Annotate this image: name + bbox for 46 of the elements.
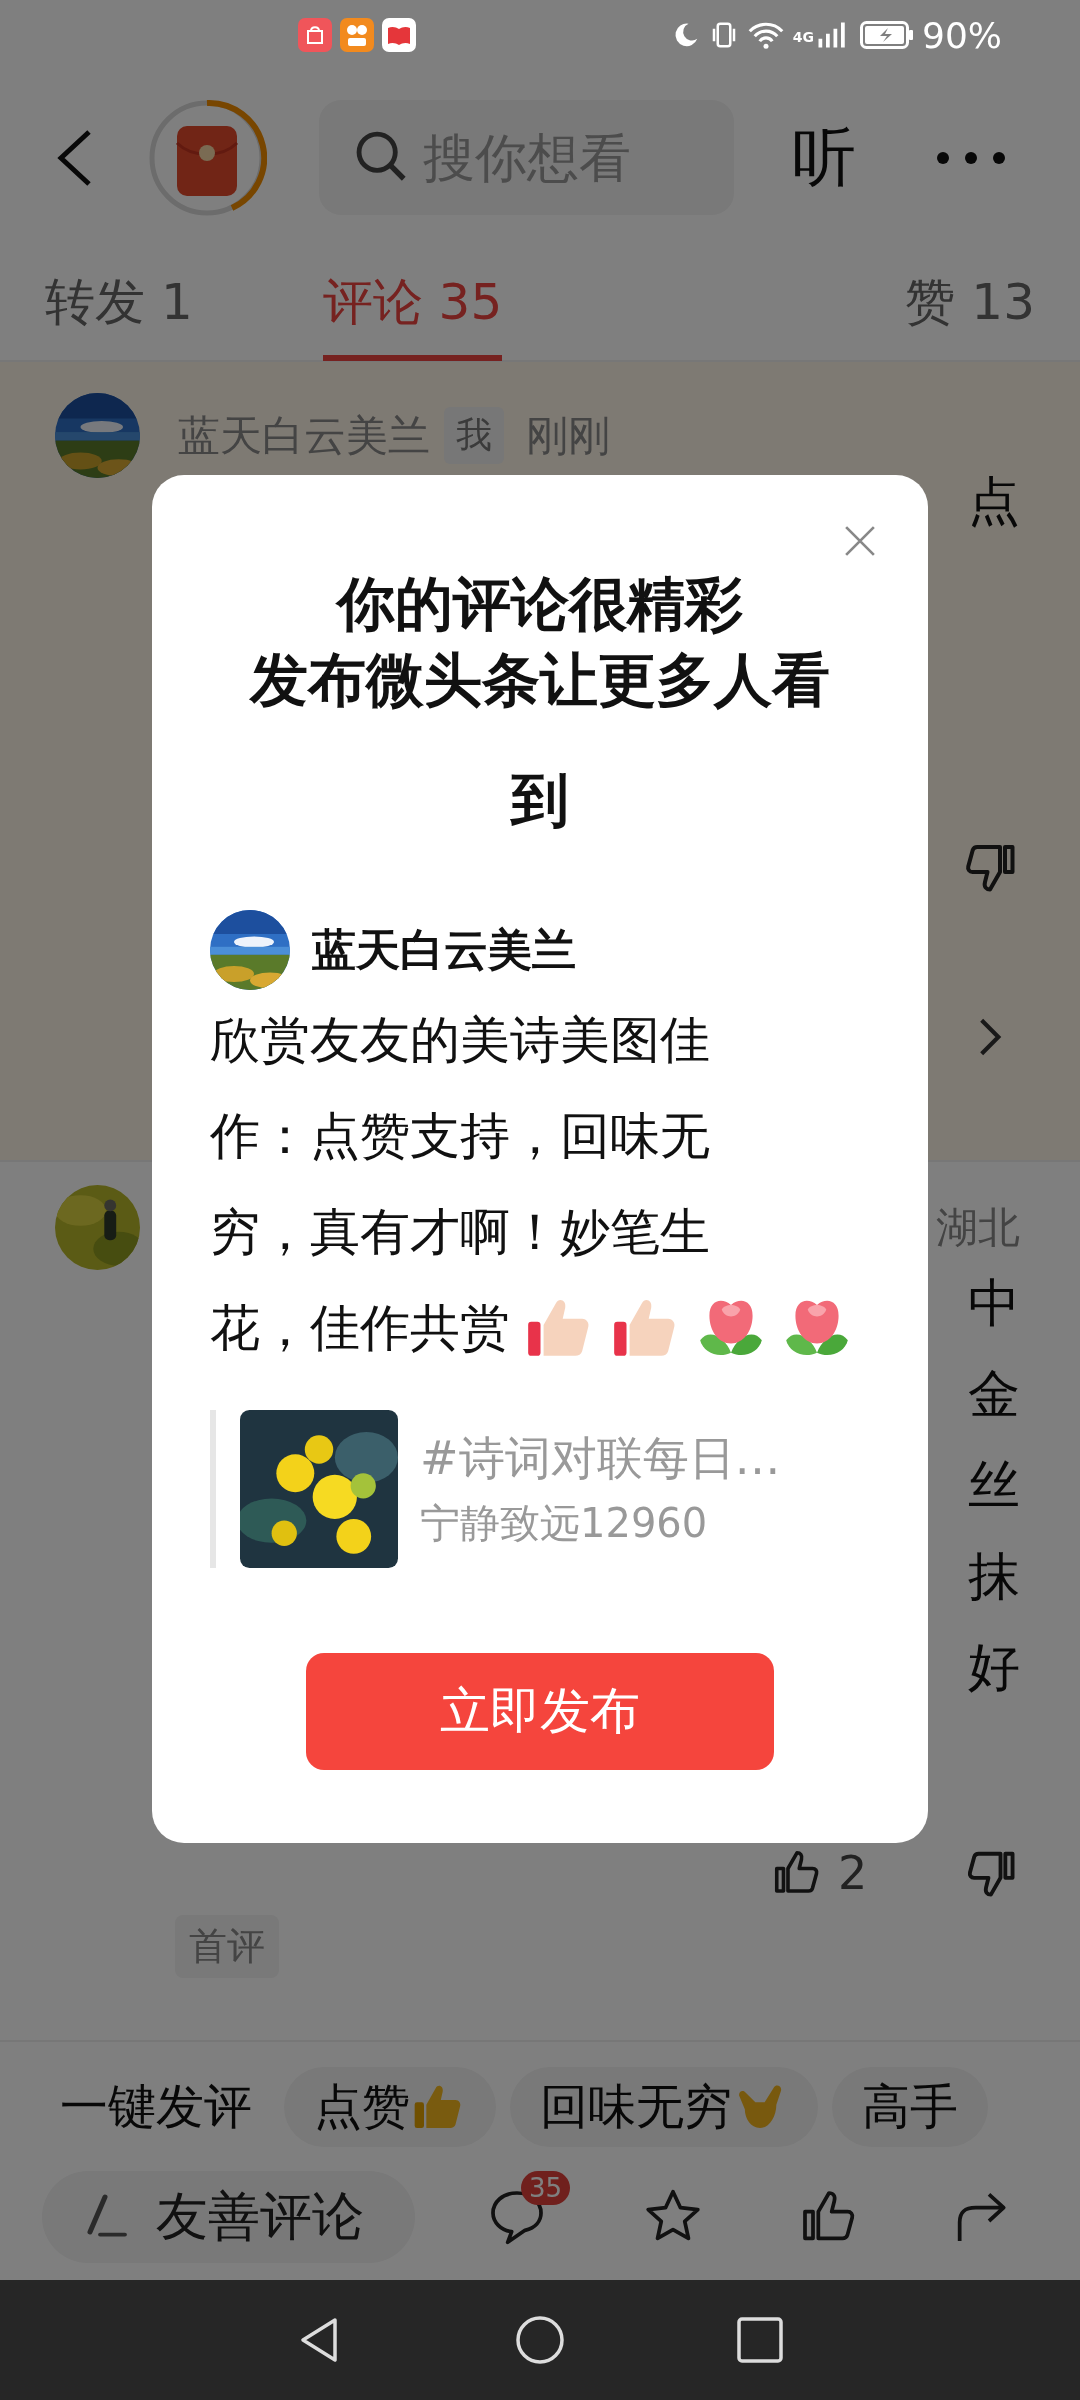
close-icon[interactable] (844, 525, 876, 557)
quoted-title: #诗词对联每日… (420, 1429, 781, 1487)
battery-icon (860, 21, 914, 49)
comment-input[interactable]: 友善评论 (42, 2171, 415, 2263)
quick-comment-label: 一键发评 (60, 2077, 252, 2136)
comment-text: 抹 (968, 1545, 1020, 1608)
comment-text: 金 (968, 1363, 1020, 1426)
comment-text: 中 (968, 1272, 1020, 1335)
home-icon[interactable] (515, 2315, 565, 2365)
quick-reply-chip[interactable]: 点赞 (284, 2067, 496, 2147)
recent-apps-icon[interactable] (735, 2315, 785, 2365)
signal-icon (816, 20, 846, 50)
dialog-title: 你的评论很精彩 (334, 569, 744, 640)
quick-reply-chip[interactable]: 回味无穷 (510, 2067, 818, 2147)
tab[interactable]: 赞 13 (905, 244, 1035, 361)
network-type: 4G (792, 28, 814, 45)
comment-text: 丝 (968, 1454, 1020, 1517)
shopping-bag-icon (298, 18, 332, 52)
comment-text-line: 欣赏友友的美诗美图佳 (210, 1010, 710, 1071)
author-name: 蓝天白云美兰 (178, 409, 430, 462)
publish-button[interactable]: 立即发布 (306, 1653, 774, 1770)
wifi-icon (746, 20, 785, 50)
more-icon[interactable] (936, 150, 1006, 165)
comment-count-badge: 35 (521, 2171, 571, 2205)
comment-text: 好 (968, 1636, 1020, 1699)
quoted-author: 宁静致远12960 (420, 1498, 709, 1548)
input-placeholder: 友善评论 (156, 2185, 364, 2248)
book-icon (382, 18, 416, 52)
comment-text-line: 穷，真有才啊！妙笔生 (210, 1202, 710, 1263)
like-count: 2 (837, 1846, 868, 1900)
app-icon (340, 18, 374, 52)
quoted-post[interactable]: #诗词对联每日… 宁静致远12960 (210, 1410, 870, 1568)
author-name: 蓝天白云美兰 (312, 922, 576, 977)
listen-button[interactable]: 听 (792, 114, 856, 201)
comment-text-line: 花，佳作共赏 (210, 1298, 510, 1359)
battery-level: 90% (922, 14, 1002, 56)
comment-location: 湖北 (936, 1201, 1020, 1254)
pouch-icon[interactable] (147, 97, 267, 218)
author-tag: 我 (444, 407, 504, 464)
comment-time: 刚刚 (526, 409, 610, 462)
tab[interactable]: 转发 1 (45, 244, 193, 361)
quick-reply-chip[interactable]: 高手 (832, 2067, 988, 2147)
comment-text-line: 作：点赞支持，回味无 (210, 1106, 710, 1167)
chevron-icon[interactable] (978, 1017, 1002, 1057)
dialog-subtitle: 发布微头条让更多人看到 (248, 645, 831, 836)
comment-text: 点 (968, 470, 1020, 533)
